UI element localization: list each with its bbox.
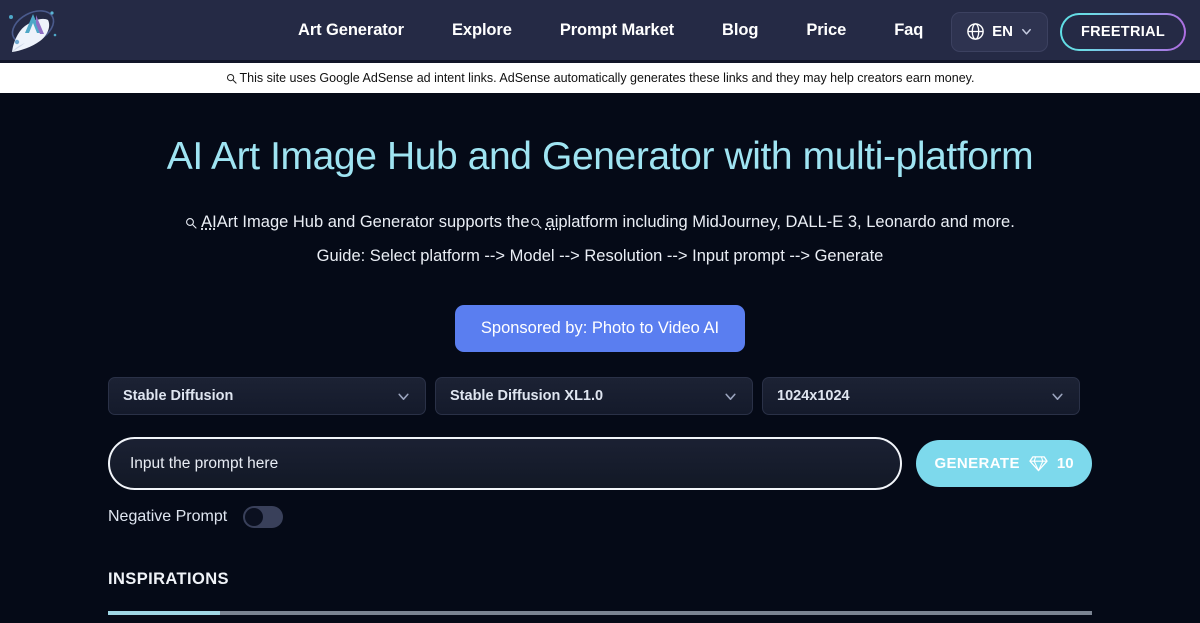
negative-prompt-label: Negative Prompt <box>108 508 228 525</box>
platform-select[interactable]: Stable Diffusion <box>108 377 426 415</box>
site-logo[interactable] <box>2 0 64 61</box>
inspirations-active-indicator <box>108 611 220 615</box>
language-label: EN <box>992 23 1013 40</box>
inspirations-divider <box>108 611 1092 615</box>
hero-guide-text: Guide: Select platform --> Model --> Res… <box>316 247 884 265</box>
site-header: Art Generator Explore Prompt Market Blog… <box>0 0 1200 63</box>
adsense-notice-text: This site uses Google AdSense ad intent … <box>239 71 975 85</box>
search-icon <box>186 217 197 229</box>
nav-item-price[interactable]: Price <box>782 21 870 40</box>
nav-item-explore[interactable]: Explore <box>428 21 536 40</box>
main-navigation: Art Generator Explore Prompt Market Blog… <box>274 21 947 40</box>
prompt-input[interactable] <box>108 437 902 490</box>
nav-item-art-generator[interactable]: Art Generator <box>274 21 428 40</box>
adsense-notice-bar: This site uses Google AdSense ad intent … <box>0 63 1200 93</box>
chevron-down-icon <box>725 393 736 400</box>
hero-subtitle-mid: Art Image Hub and Generator supports the <box>216 213 530 231</box>
chevron-down-icon <box>1021 28 1031 35</box>
model-select[interactable]: Stable Diffusion XL1.0 <box>435 377 753 415</box>
platform-select-value: Stable Diffusion <box>123 388 234 404</box>
chevron-down-icon <box>1052 393 1063 400</box>
resolution-select[interactable]: 1024x1024 <box>762 377 1080 415</box>
main-content: AI Art Image Hub and Generator with mult… <box>0 93 1200 623</box>
select-row: Stable Diffusion Stable Diffusion XL1.0 … <box>108 377 1092 415</box>
sponsor-button[interactable]: Sponsored by: Photo to Video AI <box>454 305 746 352</box>
nav-item-prompt-market[interactable]: Prompt Market <box>536 21 698 40</box>
ad-intent-link-ai-2[interactable]: ai <box>546 213 559 232</box>
free-trial-button[interactable]: FREETRIAL <box>1060 13 1186 51</box>
search-icon <box>226 73 237 84</box>
globe-icon <box>967 23 984 40</box>
nav-item-faq[interactable]: Faq <box>870 21 947 40</box>
language-selector[interactable]: EN <box>951 11 1048 52</box>
hero-subtitle-tail: platform including MidJourney, DALL-E 3,… <box>558 213 1015 231</box>
gem-icon <box>1029 456 1048 472</box>
generator-controls: Stable Diffusion Stable Diffusion XL1.0 … <box>108 377 1092 615</box>
chevron-down-icon <box>398 393 409 400</box>
search-icon <box>530 217 542 229</box>
header-actions: EN FREETRIAL <box>951 0 1192 63</box>
prompt-row: GENERATE 10 <box>108 437 1092 490</box>
model-select-value: Stable Diffusion XL1.0 <box>450 388 604 404</box>
hero-subtitle: AI Art Image Hub and Generator supports … <box>0 213 1200 232</box>
ai-art-rocket-logo-icon <box>9 10 57 52</box>
resolution-select-value: 1024x1024 <box>777 388 850 404</box>
generate-cost: 10 <box>1056 455 1074 472</box>
sponsor-row: Sponsored by: Photo to Video AI <box>0 305 1200 352</box>
negative-prompt-row: Negative Prompt <box>108 506 1092 528</box>
nav-item-blog[interactable]: Blog <box>698 21 782 40</box>
toggle-knob <box>245 508 264 526</box>
ad-intent-link-ai[interactable]: AI <box>201 213 217 232</box>
generate-button-label: GENERATE <box>934 455 1020 472</box>
inspirations-heading: INSPIRATIONS <box>108 570 229 588</box>
negative-prompt-toggle[interactable] <box>243 506 284 528</box>
generate-button[interactable]: GENERATE 10 <box>916 440 1092 487</box>
page-title: AI Art Image Hub and Generator with mult… <box>166 135 1034 178</box>
